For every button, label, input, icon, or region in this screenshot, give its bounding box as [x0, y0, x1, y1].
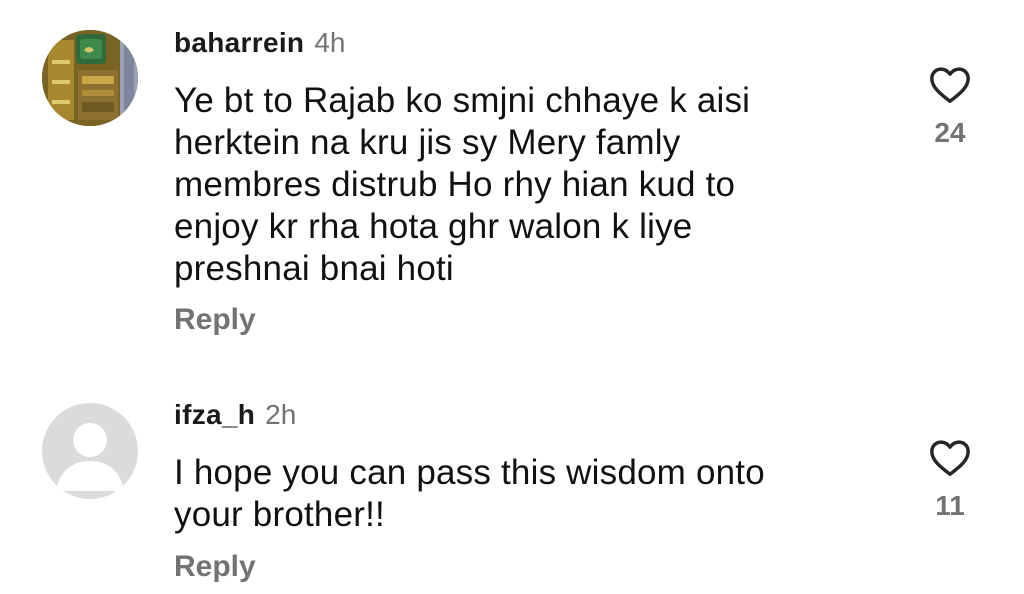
comment-text-line: membres distrub Ho rhy hian kud to	[174, 165, 736, 204]
username[interactable]: ifza_h	[174, 399, 255, 430]
comment-meta: ifza_h 2h	[174, 398, 296, 432]
comment-text-line: enjoy kr rha hota ghr walon k liye	[174, 207, 693, 246]
reply-button[interactable]: Reply	[174, 549, 256, 585]
comment-text-line: your brother!!	[174, 495, 385, 534]
avatar[interactable]	[42, 403, 138, 499]
avatar[interactable]	[42, 30, 138, 126]
heart-outline-icon	[930, 67, 970, 104]
heart-outline-icon	[930, 440, 970, 476]
like-button[interactable]: 24	[924, 64, 976, 150]
timestamp: 2h	[265, 399, 297, 430]
like-count: 11	[935, 490, 965, 521]
reply-button[interactable]: Reply	[174, 302, 256, 338]
profile-photo-icon	[42, 30, 138, 126]
comment-text-line: I hope you can pass this wisdom onto	[174, 453, 765, 492]
comment-meta: baharrein 4h	[174, 26, 345, 60]
comment-text-line: Ye bt to Rajab ko smjni chhaye k aisi	[174, 81, 751, 120]
comment-text-line: herktein na kru jis sy Mery famly	[174, 123, 681, 162]
like-button[interactable]: 11	[924, 437, 976, 523]
username[interactable]: baharrein	[174, 27, 304, 58]
comment-text: I hope you can pass this wisdom onto you…	[174, 452, 874, 536]
default-avatar-icon	[42, 403, 138, 499]
timestamp: 4h	[314, 27, 346, 58]
comment-text: Ye bt to Rajab ko smjni chhaye k aisi he…	[174, 80, 874, 290]
comment-text-line: preshnai bnai hoti	[174, 249, 454, 288]
like-count: 24	[934, 117, 966, 148]
